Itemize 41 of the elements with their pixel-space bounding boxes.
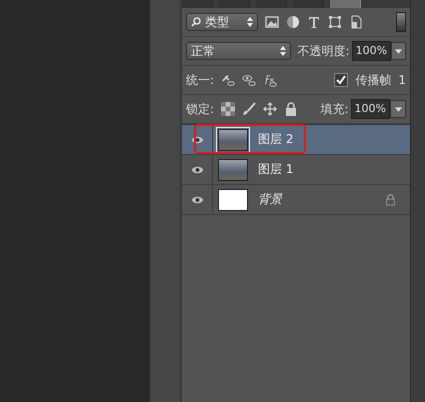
caret-icon [395,48,402,54]
fill-label: 填充: [320,100,349,118]
layer-row[interactable]: 图层 2 [182,125,410,155]
visibility-eye-icon[interactable] [190,136,204,144]
lock-icon[interactable] [284,102,298,116]
fill-dropdown-button[interactable] [390,100,406,118]
layer-name: 图层 1 [258,161,294,178]
propagate-checkbox[interactable] [334,73,348,87]
unify-style-icon[interactable] [263,73,278,87]
caret-icon [394,106,402,112]
stepper-icon [247,17,253,27]
propagate-label: 传播帧 [355,72,392,88]
filter-toggle[interactable] [396,12,406,32]
unify-label: 统一: [186,72,214,88]
document-icon[interactable] [349,15,363,29]
frame-number: 1 [398,73,406,87]
layer-name: 背景 [258,191,282,208]
lock-label: 锁定: [186,100,214,118]
brush-icon[interactable] [242,102,256,116]
opacity-dropdown-button[interactable] [391,42,406,60]
blend-mode-dropdown[interactable]: 正常 [186,42,291,60]
visibility-eye-icon[interactable] [190,166,204,174]
image-icon[interactable] [265,15,279,29]
move-icon[interactable] [263,102,278,116]
half-circle-icon[interactable] [286,15,300,29]
fill-field[interactable]: 100% [350,99,390,119]
layer-row[interactable]: 图层 1 [182,155,410,185]
lock-transparency-icon[interactable] [221,102,236,116]
layer-row[interactable]: 背景 [182,185,410,215]
type-tool-icon[interactable] [307,15,321,29]
layer-name: 图层 2 [258,131,294,148]
opacity-label: 不透明度: [298,42,350,60]
unify-visibility-icon[interactable] [242,73,256,87]
filter-dropdown[interactable]: 类型 [186,13,258,31]
scrollbar[interactable] [410,0,425,402]
transform-icon[interactable] [328,15,342,29]
opacity-field[interactable]: 100% [352,41,392,61]
unify-position-icon[interactable] [221,73,236,87]
stepper-icon [280,46,286,56]
search-icon [191,17,201,27]
visibility-eye-icon[interactable] [190,196,204,204]
